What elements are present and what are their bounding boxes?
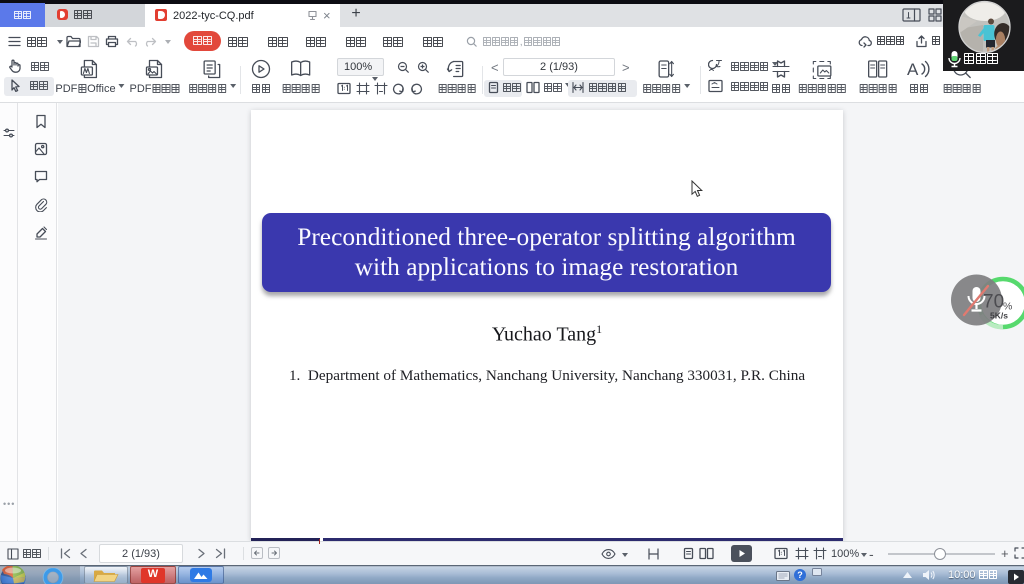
svg-text:5K/s: 5K/s <box>990 311 1008 321</box>
svg-text:A: A <box>907 60 919 79</box>
svg-text:70: 70 <box>983 292 1004 313</box>
